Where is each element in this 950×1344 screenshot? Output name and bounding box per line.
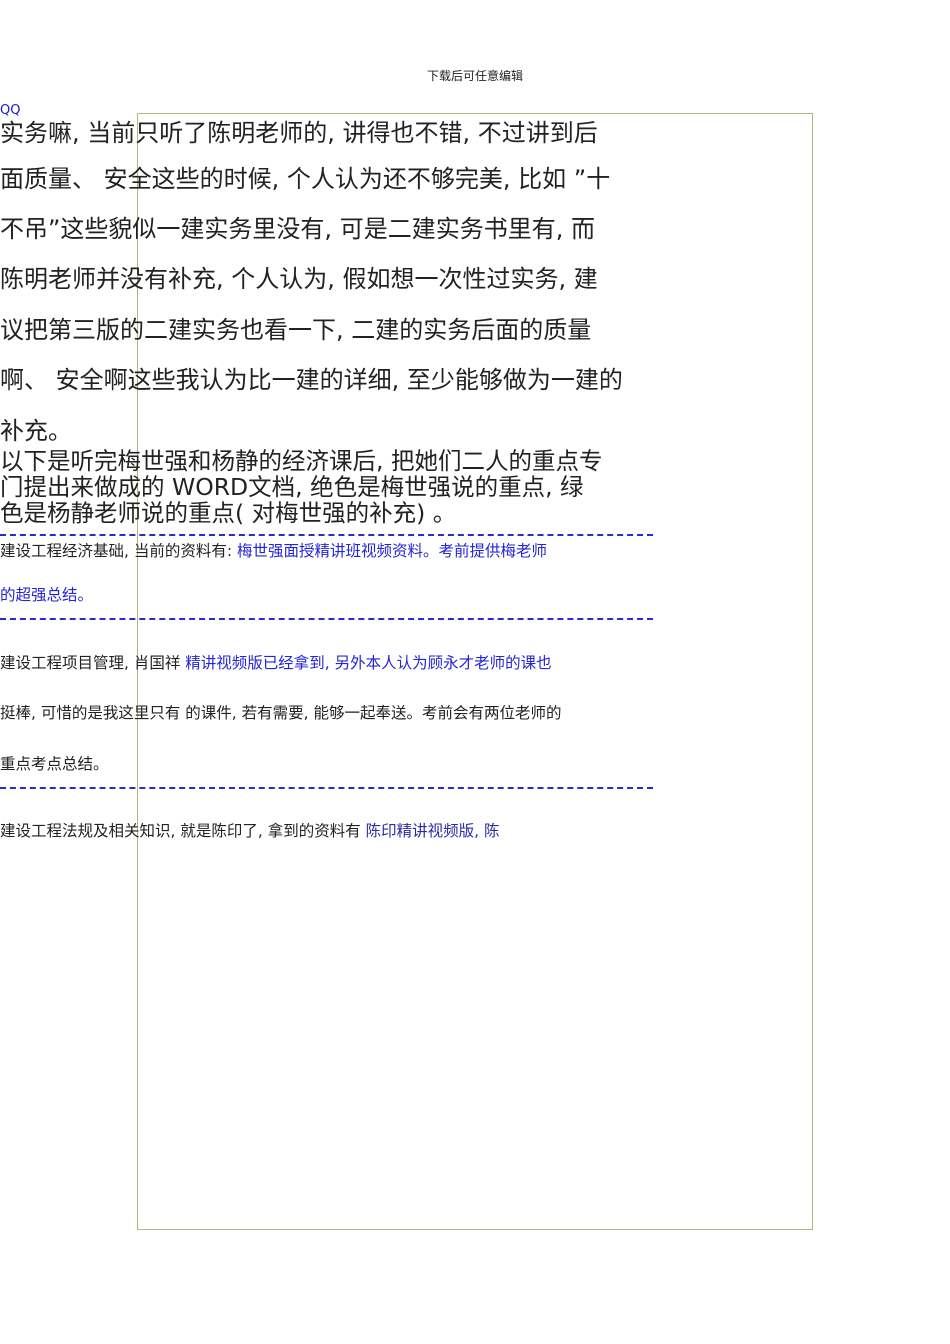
- para1-line: 实务嘛, 当前只听了陈明老师的, 讲得也不错, 不过讲到后: [0, 119, 598, 147]
- management-line-2: 挺棒, 可惜的是我这里只有 的课件, 若有需要, 能够一起奉送。考前会有两位老师…: [0, 704, 562, 722]
- para2-line: 门提出来做成的 WORD文档, 绝色是梅世强说的重点, 绿: [0, 473, 584, 501]
- dashed-divider: [0, 787, 653, 789]
- economy-subject: 建设工程经济基础, 当前的资料有:: [0, 542, 238, 560]
- qq-label: QQ: [0, 103, 21, 118]
- management-materials: 精讲视频版已经拿到, 另外本人认为顾永才老师的课也: [185, 654, 552, 672]
- para2-line: 色是杨静老师说的重点( 对梅世强的补充) 。: [0, 499, 457, 527]
- para1-line: 议把第三版的二建实务也看一下, 二建的实务后面的质量: [0, 316, 592, 344]
- para1-line: 面质量、 安全这些的时候, 个人认为还不够完美, 比如 ”十: [0, 165, 611, 193]
- para1-line: 啊、 安全啊这些我认为比一建的详细, 至少能够做为一建的: [0, 366, 623, 394]
- economy-line: 建设工程经济基础, 当前的资料有: 梅世强面授精讲班视频资料。考前提供梅老师: [0, 540, 547, 562]
- management-line: 建设工程项目管理, 肖国祥 精讲视频版已经拿到, 另外本人认为顾永才老师的课也: [0, 652, 552, 674]
- management-line-3: 重点考点总结。: [0, 755, 109, 773]
- para1-line: 不吊”这些貌似一建实务里没有, 可是二建实务书里有, 而: [0, 215, 595, 243]
- law-subject: 建设工程法规及相关知识, 就是陈印了, 拿到的资料有: [0, 822, 366, 840]
- page-header: 下载后可任意编辑: [426, 69, 523, 83]
- para2-line: 以下是听完梅世强和杨静的经济课后, 把她们二人的重点专: [0, 447, 603, 475]
- dashed-divider: [0, 618, 653, 620]
- para1-line: 补充。: [0, 417, 72, 445]
- economy-materials: 梅世强面授精讲班视频资料。考前提供梅老师: [237, 542, 548, 560]
- dashed-divider: [0, 534, 653, 536]
- para1-line: 陈明老师并没有补充, 个人认为, 假如想一次性过实务, 建: [0, 265, 598, 293]
- economy-line-2: 的超强总结。: [0, 586, 94, 604]
- law-line: 建设工程法规及相关知识, 就是陈印了, 拿到的资料有 陈印精讲视频版, 陈: [0, 820, 500, 842]
- management-subject: 建设工程项目管理, 肖国祥: [0, 654, 186, 672]
- law-materials: 陈印精讲视频版, 陈: [365, 822, 500, 840]
